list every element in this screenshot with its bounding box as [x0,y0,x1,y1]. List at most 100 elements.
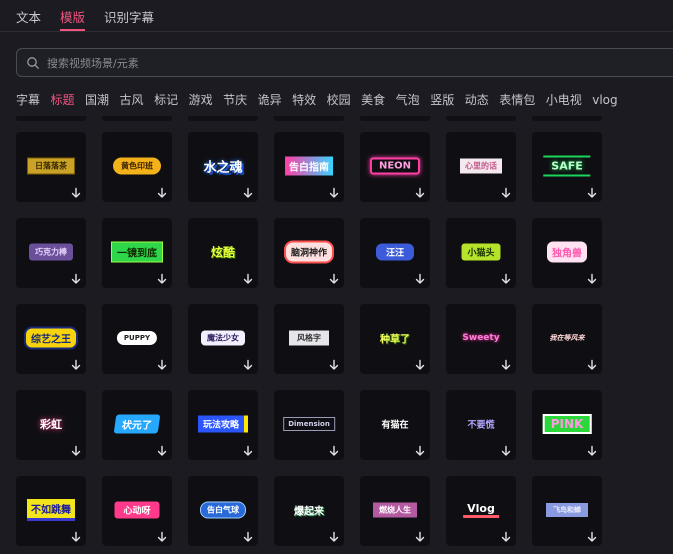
download-icon[interactable] [156,187,168,199]
template-preview-text: 有猫在 [381,420,409,431]
template-preview-text: 种草了 [380,334,410,346]
category-5[interactable]: 游戏 [189,91,213,108]
template-card[interactable]: Vlog [446,476,516,546]
download-icon[interactable] [414,359,426,371]
download-icon[interactable] [500,187,512,199]
template-card[interactable]: 燃烧人生 [360,476,430,546]
template-card[interactable]: 巧克力棒 [16,218,86,288]
download-icon[interactable] [70,273,82,285]
download-icon[interactable] [328,273,340,285]
template-card[interactable]: 心里的话 [446,132,516,202]
download-icon[interactable] [414,445,426,457]
template-preview-text: 汪汪 [375,243,415,261]
category-11[interactable]: 气泡 [396,91,420,108]
template-card[interactable]: 飞鸟和蝉 [532,476,602,546]
download-icon[interactable] [328,445,340,457]
template-card[interactable]: Sweety [446,304,516,374]
template-card[interactable]: 黄色印班 [102,132,172,202]
download-icon[interactable] [500,531,512,543]
download-icon[interactable] [156,531,168,543]
category-12[interactable]: 竖版 [430,91,454,108]
download-icon[interactable] [586,531,598,543]
download-icon[interactable] [70,359,82,371]
download-icon[interactable] [586,187,598,199]
template-card[interactable]: 炫酷 [188,218,258,288]
download-icon[interactable] [586,359,598,371]
tab-recognize-subtitles[interactable]: 识别字幕 [104,7,154,26]
category-6[interactable]: 节庆 [223,91,247,108]
download-icon[interactable] [70,187,82,199]
download-icon[interactable] [414,531,426,543]
download-icon[interactable] [242,531,254,543]
download-icon[interactable] [414,187,426,199]
template-preview-text: 心动呀 [114,501,160,519]
template-card[interactable]: 玩法攻略 [188,390,258,460]
download-icon[interactable] [70,445,82,457]
template-card[interactable]: 独角兽 [532,218,602,288]
search-input[interactable] [47,54,647,72]
template-card[interactable]: 种草了 [360,304,430,374]
template-card[interactable]: 爆起来 [274,476,344,546]
category-9[interactable]: 校园 [327,91,351,108]
template-preview-text: 一镜到底 [111,241,163,263]
category-13[interactable]: 动态 [465,91,489,108]
category-7[interactable]: 诡异 [258,91,282,108]
download-icon[interactable] [156,359,168,371]
download-icon[interactable] [586,445,598,457]
category-14[interactable]: 表情包 [499,91,535,108]
download-icon[interactable] [328,187,340,199]
category-1[interactable]: 标题 [51,91,75,108]
template-card[interactable]: 心动呀 [102,476,172,546]
template-card[interactable]: 魔法少女 [188,304,258,374]
download-icon[interactable] [156,445,168,457]
search-bar[interactable] [16,48,673,77]
download-icon[interactable] [328,531,340,543]
template-card[interactable]: PINK [532,390,602,460]
template-card[interactable]: Dimension [274,390,344,460]
category-8[interactable]: 特效 [292,91,316,108]
category-16[interactable]: vlog [592,93,617,107]
download-icon[interactable] [414,273,426,285]
category-4[interactable]: 标记 [154,91,178,108]
category-0[interactable]: 字幕 [16,91,40,108]
template-card[interactable]: 风格字 [274,304,344,374]
tab-template[interactable]: 模版 [60,7,85,26]
template-card[interactable]: PUPPY [102,304,172,374]
template-card[interactable]: 告白指南 [274,132,344,202]
template-card[interactable]: 脑洞神作 [274,218,344,288]
template-card[interactable]: 不要慌 [446,390,516,460]
download-icon[interactable] [242,187,254,199]
template-card[interactable]: 一镜到底 [102,218,172,288]
template-card[interactable]: 有猫在 [360,390,430,460]
category-15[interactable]: 小电视 [546,91,582,108]
download-icon[interactable] [500,359,512,371]
download-icon[interactable] [156,273,168,285]
template-card[interactable]: NEON [360,132,430,202]
template-card[interactable]: 状元了 [102,390,172,460]
category-2[interactable]: 国潮 [85,91,109,108]
template-preview-text: SAFE [543,155,591,177]
tab-text[interactable]: 文本 [16,7,41,26]
template-card[interactable]: 日落落茶 [16,132,86,202]
download-icon[interactable] [242,359,254,371]
category-10[interactable]: 美食 [361,91,385,108]
template-card[interactable]: 彩虹 [16,390,86,460]
template-card[interactable]: 告白气球 [188,476,258,546]
download-icon[interactable] [586,273,598,285]
template-card[interactable]: 小猫头 [446,218,516,288]
category-3[interactable]: 古风 [120,91,144,108]
template-card[interactable]: 汪汪 [360,218,430,288]
template-card[interactable]: SAFE [532,132,602,202]
download-icon[interactable] [500,445,512,457]
download-icon[interactable] [242,273,254,285]
template-card[interactable]: 综艺之王 [16,304,86,374]
download-icon[interactable] [328,359,340,371]
download-icon[interactable] [242,445,254,457]
template-preview-text: 炫酷 [210,245,236,260]
template-card[interactable]: 水之魂 [188,132,258,202]
template-card[interactable]: 不如跳舞 [16,476,86,546]
download-icon[interactable] [70,531,82,543]
template-card[interactable]: 我在等风来 [532,304,602,374]
download-icon[interactable] [500,273,512,285]
template-preview-text: 脑洞神作 [283,240,335,264]
